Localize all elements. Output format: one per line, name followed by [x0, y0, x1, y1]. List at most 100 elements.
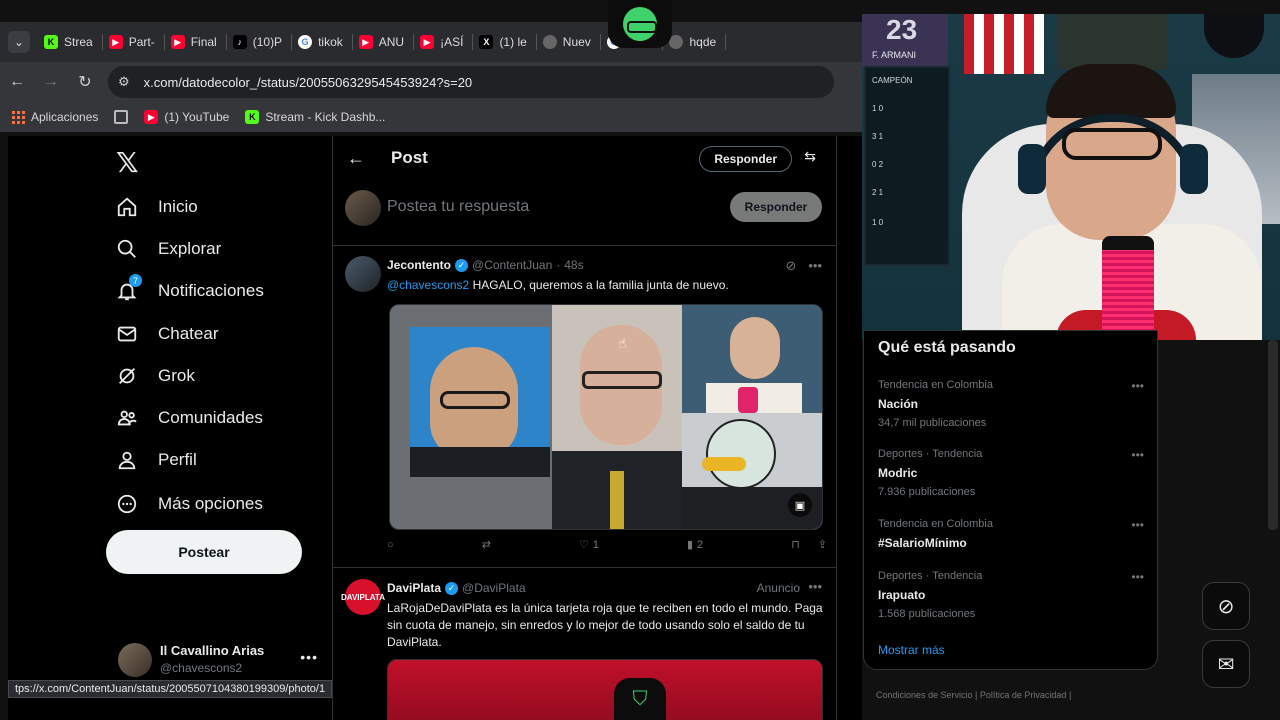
- media-tag-icon[interactable]: ▣: [788, 493, 812, 517]
- tweet-header: Jecontento ✓ @ContentJuan · 48s: [387, 258, 584, 272]
- people-icon: [114, 405, 140, 431]
- account-handle: @chavescons2: [160, 661, 243, 675]
- browser-tab[interactable]: ♪ (10)P: [227, 22, 293, 62]
- ad-media-image[interactable]: [387, 659, 823, 720]
- youtube-icon: ▶: [420, 35, 435, 49]
- trend-item[interactable]: Tendencia en Colombia Nación 34,7 mil pu…: [878, 379, 1144, 429]
- tweet-actions-right: ⊓ ⇪: [791, 538, 827, 551]
- grok-icon[interactable]: ⊘: [785, 258, 796, 274]
- browser-tab[interactable]: Gtikok: [292, 22, 353, 62]
- trend-item[interactable]: Deportes · Tendencia Modric 7.936 public…: [878, 448, 1144, 498]
- bookmark-apps[interactable]: Aplicaciones: [12, 110, 98, 124]
- trends-title: Qué está pasando: [878, 339, 1016, 356]
- sidebar-item-communities[interactable]: Comunidades: [114, 405, 263, 431]
- notification-badge: 7: [129, 274, 142, 287]
- grok-floating-button[interactable]: ⊘: [1202, 582, 1250, 630]
- sidebar-item-grok[interactable]: Grok: [114, 363, 195, 389]
- reply-pill-button[interactable]: Responder: [699, 146, 792, 172]
- reply-icon[interactable]: ○: [387, 539, 394, 551]
- dot-separator: ·: [556, 258, 561, 272]
- scrollbar[interactable]: [1268, 340, 1278, 530]
- share-icon[interactable]: ⇪: [818, 538, 827, 551]
- globe-icon: [542, 35, 557, 49]
- tab-groups-icon[interactable]: [114, 110, 129, 124]
- more-dots-icon[interactable]: •••: [808, 579, 822, 594]
- reply-input[interactable]: Postea tu respuesta: [387, 198, 529, 216]
- x-logo-icon[interactable]: 𝕏: [116, 146, 139, 179]
- reload-icon[interactable]: ↻: [68, 72, 102, 92]
- site-info-icon[interactable]: ⚙: [118, 74, 130, 90]
- avatar[interactable]: [345, 256, 381, 292]
- trend-item[interactable]: Tendencia en Colombia #SalarioMínimo •••: [878, 518, 1144, 550]
- more-dots-icon[interactable]: •••: [1131, 379, 1144, 393]
- mention-link[interactable]: @chavescons2: [387, 278, 469, 292]
- like-button[interactable]: ♡ 1: [579, 538, 599, 552]
- browser-tab[interactable]: ▶ Final: [165, 22, 227, 62]
- ad-tweet[interactable]: DAVIPLATA DaviPlata ✓ @DaviPlata Anuncio…: [333, 569, 836, 720]
- back-arrow-icon[interactable]: ←: [347, 148, 365, 169]
- sidebar-item-more[interactable]: Más opciones: [114, 491, 263, 517]
- tweet-text: @chavescons2 HAGALO, queremos a la famil…: [387, 278, 729, 292]
- webcam-feed: 23 F. ARMANI CAMPEÓN 1 0 3 1 0 2 2 1 1 0: [862, 14, 1280, 340]
- browser-tab[interactable]: K Strea: [38, 22, 103, 62]
- kick-icon: K: [44, 35, 58, 49]
- repost-icon[interactable]: ⇄: [482, 538, 491, 551]
- more-dots-icon[interactable]: •••: [1131, 448, 1144, 462]
- sidebar-item-notifications[interactable]: 7 Notificaciones: [114, 274, 264, 304]
- more-dots-icon[interactable]: •••: [808, 258, 822, 274]
- trend-item[interactable]: Deportes · Tendencia Irapuato 1.568 publ…: [878, 570, 1144, 620]
- views-button[interactable]: ▮ 2: [687, 538, 703, 552]
- account-name: Il Cavallino Arias: [160, 643, 265, 658]
- reply-button[interactable]: Responder: [730, 192, 822, 222]
- bookmark-kick[interactable]: K Stream - Kick Dashb...: [245, 110, 385, 124]
- more-dots-icon[interactable]: •••: [1131, 518, 1144, 532]
- microphone: [1102, 236, 1154, 340]
- url-input[interactable]: ⚙ x.com/datodecolor_/status/200550632954…: [108, 66, 834, 98]
- apps-grid-icon: [12, 110, 25, 124]
- tweet-author-name[interactable]: Jecontento: [387, 258, 451, 272]
- grok-icon: [114, 363, 140, 389]
- tweet-author-handle[interactable]: @DaviPlata: [462, 581, 526, 595]
- forward-arrow-icon[interactable]: →: [34, 73, 68, 91]
- youtube-icon: ▶: [170, 35, 185, 49]
- pointer-cursor-icon: ☝: [618, 335, 627, 351]
- youtube-icon: ▶: [108, 35, 123, 49]
- bookmarks-bar: Aplicaciones ▶ (1) YouTube K Stream - Ki…: [0, 102, 862, 132]
- framed-jersey: 23 F. ARMANI: [862, 14, 948, 66]
- media-panel-top-right: [682, 305, 822, 413]
- back-arrow-icon[interactable]: ←: [0, 73, 34, 91]
- bookmark-youtube[interactable]: ▶ (1) YouTube: [144, 110, 229, 124]
- tab-search-button[interactable]: ⌄: [8, 31, 30, 53]
- show-more-link[interactable]: Mostrar más: [878, 643, 945, 657]
- sidebar-item-chat[interactable]: Chatear: [114, 321, 218, 347]
- tweet-author-handle[interactable]: @ContentJuan: [472, 258, 552, 272]
- sidebar-item-explore[interactable]: Explorar: [114, 236, 221, 262]
- browser-tab[interactable]: X (1) le: [473, 22, 537, 62]
- tweet-media-image[interactable]: ☝ ▣: [389, 304, 823, 530]
- tweet-time[interactable]: 48s: [564, 258, 583, 272]
- tweet[interactable]: Jecontento ✓ @ContentJuan · 48s ⊘ ••• @c…: [333, 246, 836, 568]
- browser-tab[interactable]: ▶ ¡ASÍ: [414, 22, 474, 62]
- messages-floating-button[interactable]: ✉: [1202, 640, 1250, 688]
- bookmark-icon[interactable]: ⊓: [791, 538, 800, 551]
- post-button[interactable]: Postear: [106, 530, 302, 574]
- avatar: [345, 190, 381, 226]
- address-bar-row: ← → ↻ ⚙ x.com/datodecolor_/status/200550…: [0, 62, 862, 102]
- settings-sliders-icon[interactable]: ⇆: [804, 148, 816, 165]
- browser-tab[interactable]: ▶ ANU: [353, 22, 415, 62]
- browser-tab[interactable]: hqde: [663, 22, 726, 62]
- sidebar-item-home[interactable]: Inicio: [114, 194, 198, 220]
- footer-links[interactable]: Condiciones de Servicio | Política de Pr…: [876, 690, 1071, 700]
- account-switcher[interactable]: Il Cavallino Arias @chavescons2 •••: [118, 639, 318, 679]
- avatar: [118, 643, 152, 677]
- streamer-logo-icon: [608, 0, 672, 48]
- more-dots-icon[interactable]: •••: [1131, 570, 1144, 584]
- tweet-author-name[interactable]: DaviPlata: [387, 581, 441, 595]
- tab-strip: ⌄ K Strea ▶ Part- ▶ Final ♪ (10)P Gtikok ▶ AN…: [0, 22, 862, 62]
- avatar[interactable]: DAVIPLATA: [341, 579, 385, 615]
- browser-tab[interactable]: Nuev: [537, 22, 601, 62]
- browser-tab[interactable]: ▶ Part-: [103, 22, 165, 62]
- ad-label: Anuncio: [756, 581, 800, 595]
- sidebar-item-profile[interactable]: Perfil: [114, 447, 197, 473]
- more-dots-icon[interactable]: •••: [300, 649, 318, 665]
